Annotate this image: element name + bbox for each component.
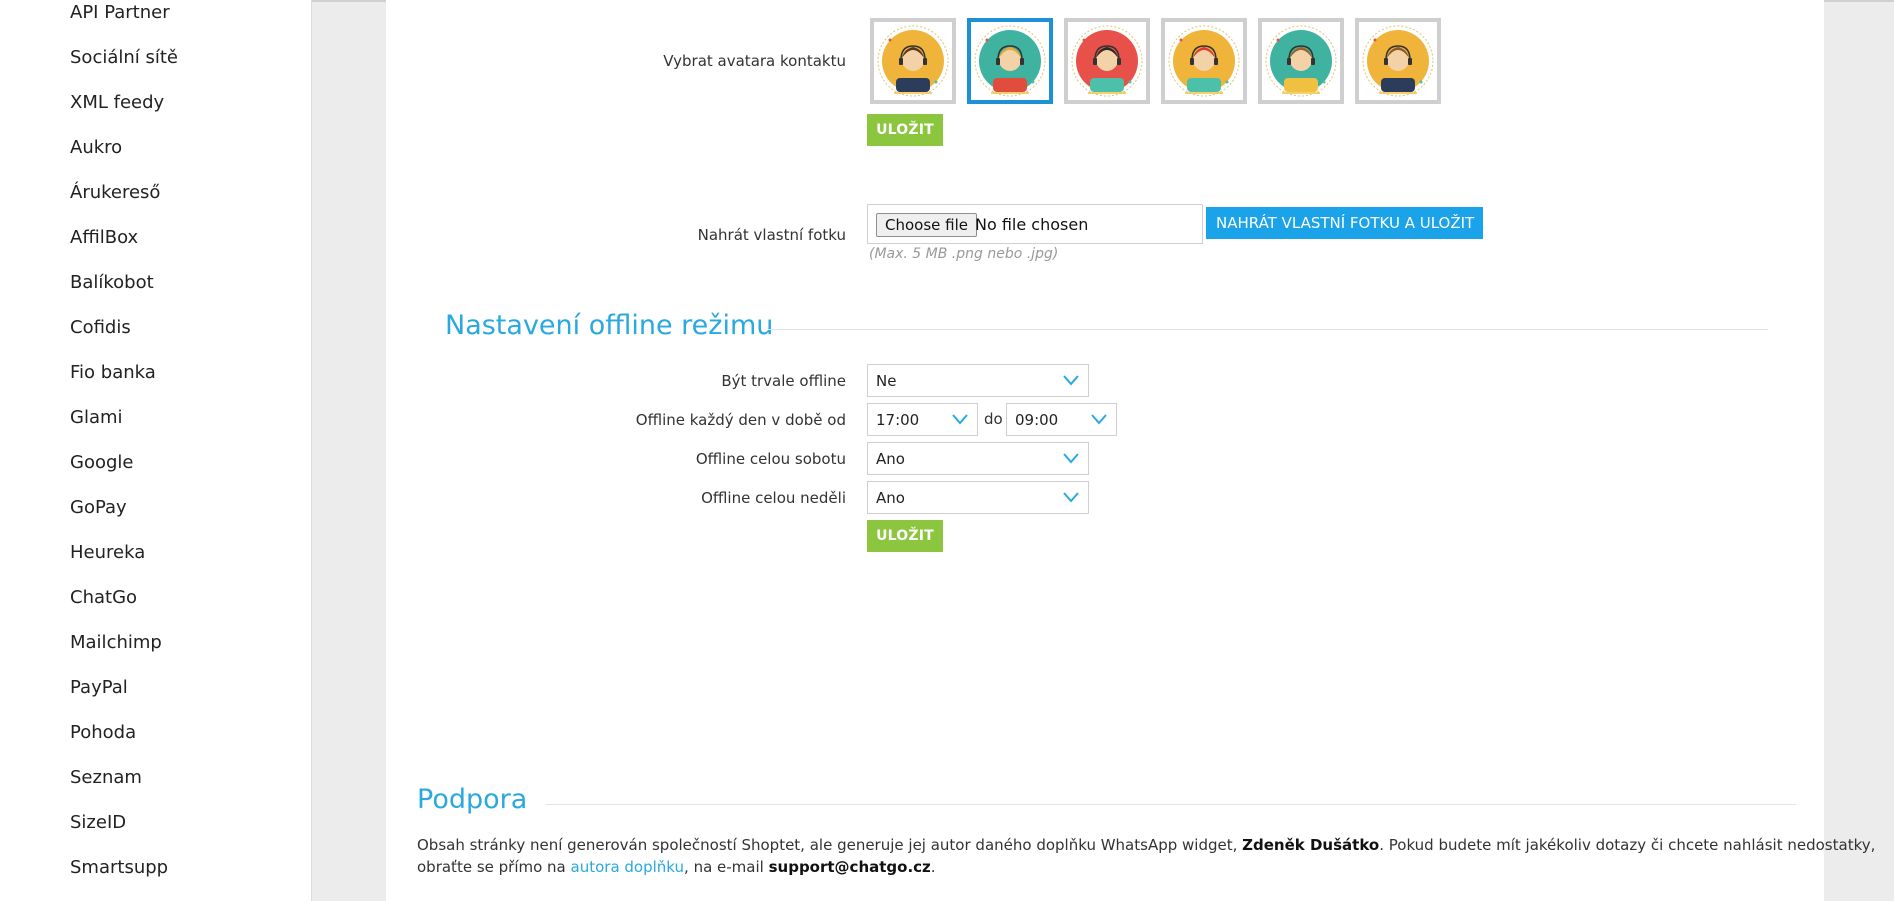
daily-to-label: do <box>984 410 1003 428</box>
daily-offline-label: Offline každý den v době od <box>635 411 846 429</box>
person-icon <box>1168 25 1240 97</box>
daily-from-select[interactable]: 17:00 <box>867 403 978 436</box>
support-section-divider <box>546 804 1796 805</box>
sidebar-item-paypal[interactable]: PayPal <box>70 677 128 698</box>
author-link[interactable]: autora doplňku <box>571 858 685 876</box>
support-text-2c: . <box>930 858 936 876</box>
avatar-woman-red-hair[interactable] <box>1161 18 1247 104</box>
sunday-offline-label: Offline celou neděli <box>701 489 846 507</box>
support-text-line1: Obsah stránky není generován společností… <box>417 834 1875 856</box>
sidebar-item-smartsupp[interactable]: Smartsupp <box>70 857 168 878</box>
main-panel: Vybrat avatara kontaktu ULOŽIT Nahrát vl… <box>386 0 1875 901</box>
sidebar-item-gopay[interactable]: GoPay <box>70 497 127 518</box>
upload-photo-label: Nahrát vlastní fotku <box>697 226 846 244</box>
always-offline-value: Ne <box>876 372 897 390</box>
person-icon <box>1362 25 1434 97</box>
choose-file-button[interactable]: Choose file <box>876 213 977 237</box>
avatar-woman-black-hair[interactable] <box>1064 18 1150 104</box>
sidebar-item-heureka[interactable]: Heureka <box>70 542 145 563</box>
sidebar-item-arukereso[interactable]: Árukereső <box>70 182 160 203</box>
sidebar-item-api-partner[interactable]: API Partner <box>70 2 170 23</box>
chevron-down-icon <box>1063 453 1079 464</box>
sidebar-item-google[interactable]: Google <box>70 452 133 473</box>
avatar-save-button[interactable]: ULOŽIT <box>867 114 943 146</box>
always-offline-label: Být trvale offline <box>721 372 846 390</box>
support-email: support@chatgo.cz <box>768 858 931 876</box>
upload-photo-button[interactable]: NAHRÁT VLASTNÍ FOTKU A ULOŽIT <box>1206 207 1483 239</box>
avatar-man-beard[interactable] <box>1355 18 1441 104</box>
sidebar-item-socialni-site[interactable]: Sociální sítě <box>70 47 178 68</box>
sidebar-item-mailchimp[interactable]: Mailchimp <box>70 632 162 653</box>
offline-section-title: Nastavení offline režimu <box>445 310 774 341</box>
support-text-1b: . Pokud budete mít jakékoliv dotazy či c… <box>1379 836 1876 854</box>
sidebar-item-fio-banka[interactable]: Fio banka <box>70 362 156 383</box>
support-text-1a: Obsah stránky není generován společností… <box>417 836 1243 854</box>
sidebar-item-chatgo[interactable]: ChatGo <box>70 587 137 608</box>
person-icon <box>877 25 949 97</box>
saturday-offline-select[interactable]: Ano <box>867 442 1089 475</box>
offline-section-divider <box>768 329 1768 330</box>
daily-to-value: 09:00 <box>1015 411 1059 429</box>
author-name: Zdeněk Dušátko <box>1242 836 1380 854</box>
person-icon <box>974 25 1046 97</box>
chevron-down-icon <box>1063 375 1079 386</box>
avatar-man-glasses[interactable] <box>1258 18 1344 104</box>
saturday-offline-label: Offline celou sobotu <box>695 450 846 468</box>
sidebar-item-glami[interactable]: Glami <box>70 407 123 428</box>
sidebar-item-pohoda[interactable]: Pohoda <box>70 722 136 743</box>
avatar-man-blond[interactable] <box>967 18 1053 104</box>
avatar-select-label: Vybrat avatara kontaktu <box>663 52 846 70</box>
person-icon <box>1071 25 1143 97</box>
sidebar-item-affilbox[interactable]: AffilBox <box>70 227 138 248</box>
sidebar-item-xml-feedy[interactable]: XML feedy <box>70 92 164 113</box>
sidebar-item-aukro[interactable]: Aukro <box>70 137 122 158</box>
chevron-down-icon <box>952 414 968 425</box>
always-offline-select[interactable]: Ne <box>867 364 1089 397</box>
support-section-title: Podpora <box>417 784 528 815</box>
support-text-line2: obraťte se přímo na autora doplňku, na e… <box>417 856 936 878</box>
file-input[interactable]: Choose file No file chosen <box>867 204 1203 244</box>
sidebar-item-seznam[interactable]: Seznam <box>70 767 142 788</box>
daily-from-value: 17:00 <box>876 411 920 429</box>
chevron-down-icon <box>1063 492 1079 503</box>
sidebar-item-sizeid[interactable]: SizeID <box>70 812 126 833</box>
person-icon <box>1265 25 1337 97</box>
sidebar-item-balikobot[interactable]: Balíkobot <box>70 272 154 293</box>
support-text-2a: obraťte se přímo na <box>417 858 571 876</box>
sidebar-item-cofidis[interactable]: Cofidis <box>70 317 131 338</box>
offline-save-button[interactable]: ULOŽIT <box>867 520 943 552</box>
sidebar: API Partner Sociální sítě XML feedy Aukr… <box>0 0 312 901</box>
daily-to-select[interactable]: 09:00 <box>1006 403 1117 436</box>
avatar-woman-dark-hair[interactable] <box>870 18 956 104</box>
no-file-text: No file chosen <box>975 215 1089 234</box>
support-text-2b: , na e-mail <box>684 858 769 876</box>
upload-hint: (Max. 5 MB .png nebo .jpg) <box>869 246 1059 262</box>
sunday-offline-select[interactable]: Ano <box>867 481 1089 514</box>
chevron-down-icon <box>1091 414 1107 425</box>
saturday-offline-value: Ano <box>876 450 905 468</box>
sunday-offline-value: Ano <box>876 489 905 507</box>
